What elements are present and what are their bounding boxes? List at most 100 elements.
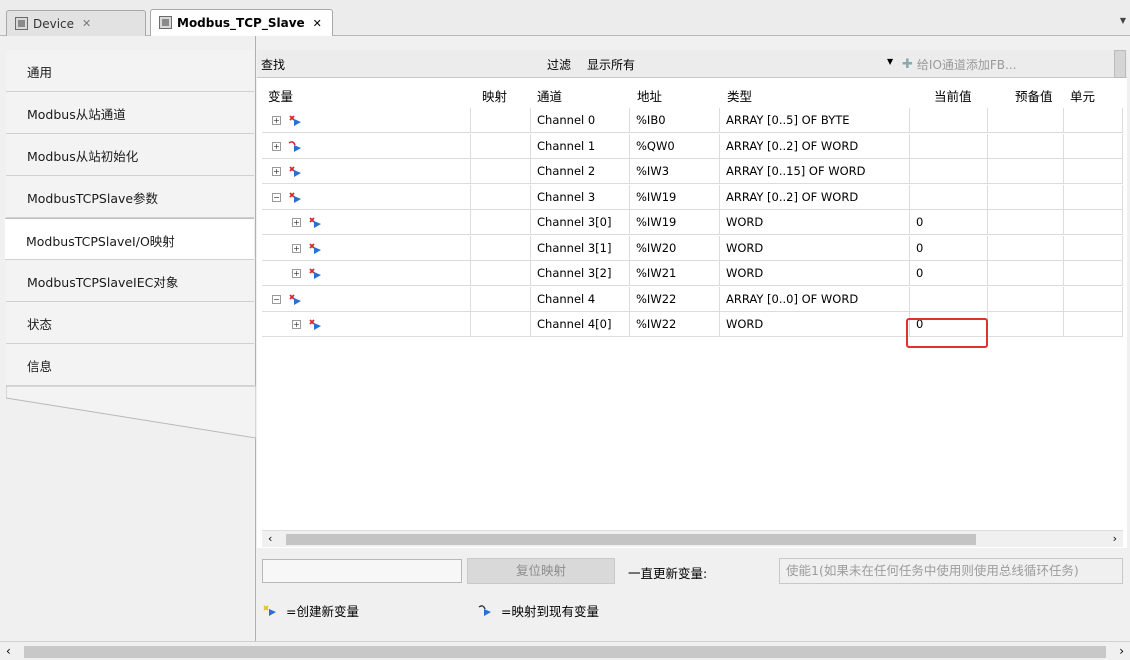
- add-fb-button[interactable]: ✚ 给IO通道添加FB...: [902, 56, 1016, 73]
- table-horizontal-scrollbar[interactable]: ‹ ›: [262, 530, 1123, 547]
- col-header-type[interactable]: 类型: [727, 86, 752, 106]
- variable-cell[interactable]: +: [262, 261, 471, 286]
- expand-icon[interactable]: +: [272, 116, 281, 125]
- table-row[interactable]: + Channel 3[2] %IW21 WORD 0: [262, 261, 1123, 286]
- collapse-icon[interactable]: −: [272, 294, 281, 304]
- col-header-unit[interactable]: 单元: [1070, 86, 1095, 106]
- mapping-cell[interactable]: [471, 184, 531, 210]
- mapping-cell[interactable]: [471, 235, 531, 261]
- scroll-left-icon[interactable]: ‹: [268, 532, 272, 545]
- col-header-mapping[interactable]: 映射: [482, 86, 507, 106]
- col-header-variable[interactable]: 变量: [268, 86, 293, 106]
- scroll-thumb[interactable]: [286, 534, 976, 545]
- scroll-right-icon[interactable]: ›: [1113, 532, 1117, 545]
- table-row[interactable]: + Channel 2 %IW3 ARRAY [0..15] OF WORD: [262, 159, 1123, 184]
- mapping-cell[interactable]: [471, 286, 531, 312]
- legend-create-new-label: =创建新变量: [286, 604, 359, 619]
- nav-item[interactable]: ModbusTCPSlaveIEC对象: [6, 260, 254, 302]
- mapping-cell[interactable]: [471, 133, 531, 159]
- tab-modbus-tcp-slave[interactable]: Modbus_TCP_Slave ✕: [150, 9, 333, 36]
- tab-device[interactable]: Device ✕: [6, 10, 146, 36]
- expand-icon[interactable]: +: [292, 218, 301, 227]
- nav-item[interactable]: ModbusTCPSlaveI/O映射: [5, 218, 254, 260]
- channel-cell: Channel 3[0]: [531, 210, 630, 235]
- col-header-channel[interactable]: 通道: [537, 86, 562, 106]
- address-cell: %IW20: [630, 235, 720, 261]
- chevron-down-icon[interactable]: ▼: [887, 57, 893, 66]
- table-row[interactable]: + Channel 3[1] %IW20 WORD 0: [262, 235, 1123, 261]
- io-mapping-panel: 查找 过滤 显示所有 ▼ ✚ 给IO通道添加FB... 变量 映射 通道 地址 …: [257, 50, 1127, 640]
- variable-cell[interactable]: +: [262, 159, 471, 184]
- preset-value-cell[interactable]: [988, 184, 1064, 210]
- close-icon[interactable]: ✕: [82, 17, 91, 30]
- scroll-right-icon[interactable]: ›: [1119, 644, 1124, 658]
- preset-value-cell[interactable]: [988, 235, 1064, 261]
- scroll-left-icon[interactable]: ‹: [6, 644, 11, 658]
- table-row[interactable]: − Channel 4 %IW22 ARRAY [0..0] OF WORD: [262, 286, 1123, 312]
- find-label[interactable]: 查找: [261, 56, 285, 73]
- always-update-label: 一直更新变量:: [628, 566, 708, 581]
- col-header-current[interactable]: 当前值: [934, 86, 972, 106]
- nav-item[interactable]: Modbus从站初始化: [6, 134, 254, 176]
- reset-mapping-button[interactable]: 复位映射: [467, 558, 615, 584]
- nav-item[interactable]: Modbus从站通道: [6, 92, 254, 134]
- table-row[interactable]: + Channel 3[0] %IW19 WORD 0: [262, 210, 1123, 235]
- table-row[interactable]: + Channel 1 %QW0 ARRAY [0..2] OF WORD: [262, 133, 1123, 159]
- current-value-highlight: [906, 318, 988, 348]
- col-header-preset[interactable]: 预备值: [1015, 86, 1053, 106]
- variable-cell[interactable]: +: [262, 210, 471, 235]
- editor-horizontal-scrollbar[interactable]: ‹ ›: [0, 641, 1130, 660]
- preset-value-cell[interactable]: [988, 261, 1064, 286]
- toolbar-scroll-button[interactable]: [1114, 50, 1126, 78]
- table-row[interactable]: + Channel 0 %IB0 ARRAY [0..5] OF BYTE: [262, 108, 1123, 133]
- always-update-select[interactable]: 使能1(如果未在任何任务中使用则使用总线循环任务): [779, 558, 1123, 584]
- variable-cell[interactable]: +: [262, 312, 471, 337]
- variable-cell[interactable]: −: [262, 184, 471, 210]
- mapping-input[interactable]: [262, 559, 462, 583]
- create-variable-icon: [289, 115, 301, 126]
- nav-item[interactable]: ModbusTCPSlave参数: [6, 176, 254, 218]
- nav-item[interactable]: 通用: [6, 50, 254, 92]
- legend-create-new: =创建新变量: [262, 601, 359, 620]
- expand-icon[interactable]: +: [272, 141, 281, 151]
- expand-icon[interactable]: +: [292, 243, 301, 253]
- filter-select[interactable]: 显示所有: [587, 56, 635, 73]
- preset-value-cell[interactable]: [988, 210, 1064, 235]
- mapping-cell[interactable]: [471, 159, 531, 184]
- nav-item[interactable]: 信息: [6, 344, 254, 386]
- type-cell: ARRAY [0..2] OF WORD: [720, 184, 910, 210]
- variable-cell[interactable]: +: [262, 133, 471, 159]
- expand-icon[interactable]: +: [272, 167, 281, 176]
- nav-item[interactable]: 状态: [6, 302, 254, 344]
- preset-value-cell[interactable]: [988, 108, 1064, 133]
- preset-value-cell[interactable]: [988, 312, 1064, 337]
- expand-icon[interactable]: +: [292, 320, 301, 329]
- close-icon[interactable]: ✕: [313, 17, 322, 30]
- variable-cell[interactable]: +: [262, 235, 471, 261]
- table-row[interactable]: − Channel 3 %IW19 ARRAY [0..2] OF WORD: [262, 184, 1123, 210]
- create-variable-icon: [263, 604, 276, 616]
- plus-icon: ✚: [902, 56, 913, 72]
- expand-icon[interactable]: +: [292, 269, 301, 278]
- scroll-thumb[interactable]: [24, 646, 1106, 658]
- preset-value-cell[interactable]: [988, 133, 1064, 159]
- collapse-icon[interactable]: −: [272, 192, 281, 202]
- mapping-cell[interactable]: [471, 210, 531, 235]
- variable-cell[interactable]: +: [262, 108, 471, 133]
- chevron-down-icon[interactable]: ▼: [1120, 16, 1126, 25]
- address-cell: %IW22: [630, 312, 720, 337]
- col-header-address[interactable]: 地址: [637, 86, 662, 106]
- table-row[interactable]: + Channel 4[0] %IW22 WORD 0: [262, 312, 1123, 337]
- settings-nav-menu: 通用 Modbus从站通道 Modbus从站初始化 ModbusTCPSlave参数 M…: [5, 50, 254, 386]
- current-value-cell: 0: [910, 210, 988, 235]
- channel-cell: Channel 3[2]: [531, 261, 630, 286]
- mapping-cell[interactable]: [471, 108, 531, 133]
- type-cell: ARRAY [0..15] OF WORD: [720, 159, 910, 184]
- filter-label: 过滤: [547, 58, 572, 72]
- mapping-cell[interactable]: [471, 312, 531, 337]
- variable-cell[interactable]: −: [262, 286, 471, 312]
- current-value-cell: [910, 108, 988, 133]
- preset-value-cell[interactable]: [988, 286, 1064, 312]
- mapping-cell[interactable]: [471, 261, 531, 286]
- preset-value-cell[interactable]: [988, 159, 1064, 184]
